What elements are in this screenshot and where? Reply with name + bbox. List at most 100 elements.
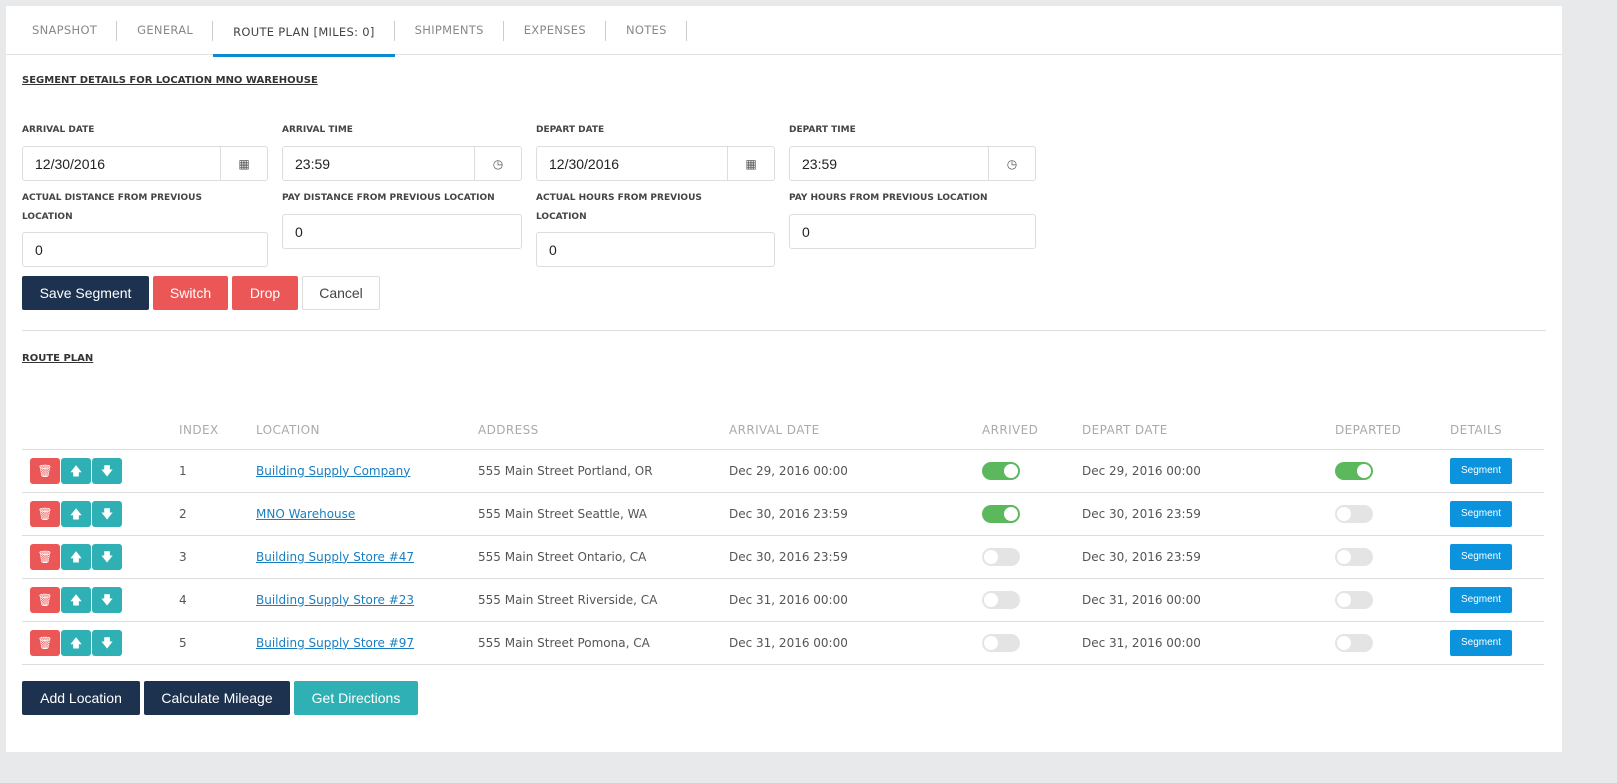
arrow-up-icon[interactable]: 🡅 bbox=[61, 629, 91, 656]
calculate-mileage-button[interactable]: Calculate Mileage bbox=[144, 681, 290, 715]
depart-time-label: DEPART TIME bbox=[789, 125, 856, 135]
departed-toggle[interactable] bbox=[1335, 461, 1373, 480]
col-arrived: ARRIVED bbox=[981, 411, 1081, 450]
arrow-up-icon[interactable]: 🡅 bbox=[61, 457, 91, 484]
table-row: 🗑 🡅 🡇 2 MNO Warehouse 555 Main Street Seat… bbox=[22, 492, 1544, 536]
row-index: 1 bbox=[178, 449, 255, 493]
pay-hours-input[interactable]: 0 bbox=[789, 214, 1036, 249]
segment-button[interactable]: Segment bbox=[1450, 543, 1513, 570]
row-address: 555 Main Street Pomona, CA bbox=[477, 621, 728, 665]
departed-toggle[interactable] bbox=[1335, 547, 1373, 566]
drop-button[interactable]: Drop bbox=[232, 276, 298, 310]
tab-notes[interactable]: NOTES bbox=[606, 6, 687, 54]
arrow-up-icon[interactable]: 🡅 bbox=[61, 543, 91, 570]
table-row: 🗑 🡅 🡇 3 Building Supply Store #47 555 Main… bbox=[22, 535, 1544, 579]
actual-distance-input[interactable]: 0 bbox=[22, 232, 268, 267]
segment-button[interactable]: Segment bbox=[1450, 500, 1513, 527]
arrow-up-icon[interactable]: 🡅 bbox=[61, 586, 91, 613]
row-depart-date: Dec 31, 2016 00:00 bbox=[1081, 621, 1334, 665]
col-location: LOCATION bbox=[255, 411, 477, 450]
location-link[interactable]: Building Supply Store #23 bbox=[256, 593, 414, 607]
trash-icon[interactable]: 🗑 bbox=[30, 543, 60, 570]
main-panel: SNAPSHOT GENERAL ROUTE PLAN [MILES: 0] S… bbox=[6, 6, 1562, 752]
depart-date-value: 12/30/2016 bbox=[549, 155, 620, 172]
switch-button[interactable]: Switch bbox=[153, 276, 228, 310]
row-address: 555 Main Street Riverside, CA bbox=[477, 578, 728, 622]
row-actions: 🗑 🡅 🡇 bbox=[22, 578, 178, 622]
table-row: 🗑 🡅 🡇 1 Building Supply Company 555 Main S… bbox=[22, 449, 1544, 493]
arrival-time-label: ARRIVAL TIME bbox=[282, 125, 353, 135]
row-arrival-date: Dec 29, 2016 00:00 bbox=[728, 449, 981, 493]
col-actions bbox=[22, 411, 178, 450]
tab-snapshot[interactable]: SNAPSHOT bbox=[12, 6, 118, 54]
row-actions: 🗑 🡅 🡇 bbox=[22, 449, 178, 493]
trash-icon[interactable]: 🗑 bbox=[30, 457, 60, 484]
row-index: 2 bbox=[178, 492, 255, 536]
trash-icon[interactable]: 🗑 bbox=[30, 500, 60, 527]
arrow-down-icon[interactable]: 🡇 bbox=[92, 500, 122, 527]
departed-toggle[interactable] bbox=[1335, 504, 1373, 523]
tab-route-plan[interactable]: ROUTE PLAN [MILES: 0] bbox=[213, 6, 395, 57]
arrow-down-icon[interactable]: 🡇 bbox=[92, 629, 122, 656]
pay-distance-input[interactable]: 0 bbox=[282, 214, 522, 249]
departed-toggle[interactable] bbox=[1335, 590, 1373, 609]
tab-bar: SNAPSHOT GENERAL ROUTE PLAN [MILES: 0] S… bbox=[6, 6, 1562, 57]
trash-icon[interactable]: 🗑 bbox=[30, 586, 60, 613]
arrived-toggle[interactable] bbox=[982, 547, 1020, 566]
row-index: 3 bbox=[178, 535, 255, 579]
pay-distance-label: PAY DISTANCE FROM PREVIOUS LOCATION bbox=[282, 193, 495, 203]
clock-icon[interactable]: ◷ bbox=[474, 147, 521, 180]
trash-icon[interactable]: 🗑 bbox=[30, 629, 60, 656]
cancel-button[interactable]: Cancel bbox=[302, 276, 380, 310]
table-row: 🗑 🡅 🡇 5 Building Supply Store #97 555 Main… bbox=[22, 621, 1544, 665]
arrived-toggle[interactable] bbox=[982, 590, 1020, 609]
arrow-down-icon[interactable]: 🡇 bbox=[92, 543, 122, 570]
add-location-button[interactable]: Add Location bbox=[22, 681, 140, 715]
divider bbox=[22, 330, 1546, 331]
row-address: 555 Main Street Portland, OR bbox=[477, 449, 728, 493]
row-depart-date: Dec 31, 2016 00:00 bbox=[1081, 578, 1334, 622]
departed-toggle[interactable] bbox=[1335, 633, 1373, 652]
tab-general[interactable]: GENERAL bbox=[117, 6, 214, 54]
arrival-date-value: 12/30/2016 bbox=[35, 155, 106, 172]
location-link[interactable]: Building Supply Company bbox=[256, 464, 410, 478]
segment-button[interactable]: Segment bbox=[1450, 586, 1513, 613]
depart-date-input[interactable]: 12/30/2016 ▦ bbox=[536, 146, 775, 181]
col-details: DETAILS bbox=[1449, 411, 1544, 450]
row-actions: 🗑 🡅 🡇 bbox=[22, 621, 178, 665]
location-link[interactable]: Building Supply Store #97 bbox=[256, 636, 414, 650]
save-segment-button[interactable]: Save Segment bbox=[22, 276, 149, 310]
location-link[interactable]: MNO Warehouse bbox=[256, 507, 355, 521]
segment-button[interactable]: Segment bbox=[1450, 629, 1513, 656]
arrived-toggle[interactable] bbox=[982, 461, 1020, 480]
location-link[interactable]: Building Supply Store #47 bbox=[256, 550, 414, 564]
col-depart-date: DEPART DATE bbox=[1081, 411, 1334, 450]
arrow-up-icon[interactable]: 🡅 bbox=[61, 500, 91, 527]
depart-time-input[interactable]: 23:59 ◷ bbox=[789, 146, 1036, 181]
arrival-date-input[interactable]: 12/30/2016 ▦ bbox=[22, 146, 268, 181]
row-address: 555 Main Street Ontario, CA bbox=[477, 535, 728, 579]
row-depart-date: Dec 30, 2016 23:59 bbox=[1081, 492, 1334, 536]
arrived-toggle[interactable] bbox=[982, 633, 1020, 652]
arrived-toggle[interactable] bbox=[982, 504, 1020, 523]
get-directions-button[interactable]: Get Directions bbox=[294, 681, 418, 715]
segment-button[interactable]: Segment bbox=[1450, 457, 1513, 484]
table-row: 🗑 🡅 🡇 4 Building Supply Store #23 555 Main… bbox=[22, 578, 1544, 622]
arrow-down-icon[interactable]: 🡇 bbox=[92, 457, 122, 484]
calendar-icon[interactable]: ▦ bbox=[220, 147, 267, 180]
pay-hours-label: PAY HOURS FROM PREVIOUS LOCATION bbox=[789, 193, 988, 203]
col-arrival-date: ARRIVAL DATE bbox=[728, 411, 981, 450]
calendar-icon[interactable]: ▦ bbox=[727, 147, 774, 180]
arrow-down-icon[interactable]: 🡇 bbox=[92, 586, 122, 613]
actual-hours-input[interactable]: 0 bbox=[536, 232, 775, 267]
actual-distance-label: ACTUAL DISTANCE FROM PREVIOUS LOCATION bbox=[22, 193, 202, 222]
clock-icon[interactable]: ◷ bbox=[988, 147, 1035, 180]
tab-shipments[interactable]: SHIPMENTS bbox=[395, 6, 504, 54]
tab-expenses[interactable]: EXPENSES bbox=[504, 6, 607, 54]
route-table: INDEX LOCATION ADDRESS ARRIVAL DATE ARRI… bbox=[22, 411, 1544, 665]
row-actions: 🗑 🡅 🡇 bbox=[22, 492, 178, 536]
route-plan-heading: ROUTE PLAN bbox=[22, 353, 94, 364]
arrival-time-input[interactable]: 23:59 ◷ bbox=[282, 146, 522, 181]
col-address: ADDRESS bbox=[477, 411, 728, 450]
row-index: 5 bbox=[178, 621, 255, 665]
